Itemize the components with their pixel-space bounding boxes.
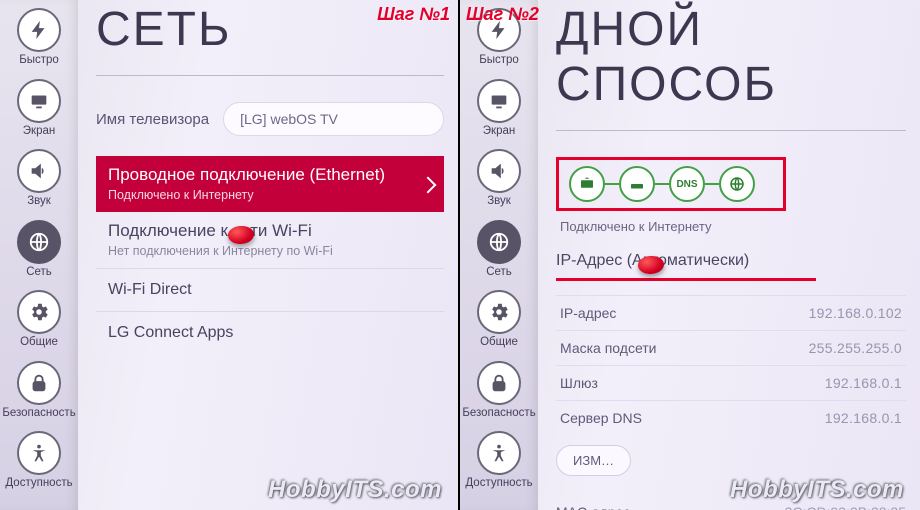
sidebar-item-label: Звук	[27, 196, 51, 208]
sidebar-item-screen[interactable]: Экран	[3, 75, 75, 144]
ethernet-title: Проводное подключение (Ethernet)	[108, 165, 432, 185]
wired-method-main: ДНОЙ СПОСОБ DNS Подключено к Интернету I…	[538, 0, 920, 510]
sidebar-item-label: Сеть	[486, 267, 512, 279]
dns-label: Сервер DNS	[560, 410, 825, 426]
wifi-status: Нет подключения к Интернету по Wi-Fi	[108, 244, 432, 258]
sidebar-item-network[interactable]: Сеть	[3, 216, 75, 285]
tv-name-value[interactable]: [LG] webOS TV	[223, 102, 444, 136]
wifi-connection-row[interactable]: Подключение к сети Wi-Fi Нет подключения…	[96, 212, 444, 268]
dns-server-row: Сервер DNS 192.168.0.1	[556, 400, 906, 435]
page-title: ДНОЙ СПОСОБ	[556, 2, 906, 112]
sidebar-item-label: Безопасность	[462, 408, 535, 420]
wifi-title: Подключение к сети Wi-Fi	[108, 221, 432, 241]
panel-step-1: Шаг №1 Быстро Экран Звук Сеть Общие Безо…	[0, 0, 460, 510]
ip-section-title[interactable]: IP-Адрес (Автоматически)	[556, 252, 906, 274]
dns-node-icon: DNS	[669, 166, 705, 202]
ip-address-row: IP-адрес 192.168.0.102	[556, 295, 906, 330]
sidebar-item-network[interactable]: Сеть	[463, 216, 535, 285]
divider	[556, 130, 906, 131]
sidebar-item-label: Быстро	[19, 55, 59, 67]
connection-chain-highlight: DNS	[556, 157, 786, 211]
highlight-underline	[556, 278, 816, 281]
network-settings-main: СЕТЬ Имя телевизора [LG] webOS TV Провод…	[78, 0, 458, 510]
gateway-row: Шлюз 192.168.0.1	[556, 365, 906, 400]
sidebar-item-label: Общие	[480, 337, 518, 349]
sidebar-item-label: Экран	[23, 126, 55, 138]
gateway-value: 192.168.0.1	[825, 375, 902, 391]
ip-value: 192.168.0.102	[809, 305, 902, 321]
speaker-icon	[17, 149, 61, 193]
sidebar-item-label: Общие	[20, 337, 58, 349]
screen-icon	[17, 79, 61, 123]
gateway-label: Шлюз	[560, 375, 825, 391]
connection-chain: DNS	[569, 166, 773, 202]
settings-sidebar: Быстро Экран Звук Сеть Общие Безопасност…	[0, 0, 78, 510]
watermark: HobbyITS.com	[730, 476, 904, 504]
speaker-icon	[477, 149, 521, 193]
ethernet-status: Подключено к Интернету	[108, 188, 432, 202]
panel-step-2: Шаг №2 Быстро Экран Звук Сеть Общие Безо…	[460, 0, 920, 510]
globe-icon	[17, 220, 61, 264]
sidebar-item-screen[interactable]: Экран	[463, 75, 535, 144]
page-title: СЕТЬ	[96, 2, 444, 57]
mask-label: Маска подсети	[560, 340, 809, 356]
sidebar-item-label: Безопасность	[2, 408, 75, 420]
accessibility-icon	[477, 431, 521, 475]
ethernet-connection-row[interactable]: Проводное подключение (Ethernet) Подключ…	[96, 156, 444, 212]
step-label-2: Шаг №2	[466, 4, 539, 25]
lg-connect-apps-row[interactable]: LG Connect Apps	[96, 311, 444, 354]
sidebar-item-general[interactable]: Общие	[3, 286, 75, 355]
sidebar-item-label: Звук	[487, 196, 511, 208]
sidebar-item-label: Доступность	[465, 478, 532, 490]
mask-value: 255.255.255.0	[809, 340, 902, 356]
dns-value: 192.168.0.1	[825, 410, 902, 426]
sidebar-item-label: Сеть	[26, 267, 52, 279]
sidebar-item-security[interactable]: Безопасность	[3, 357, 75, 426]
lock-icon	[17, 361, 61, 405]
sidebar-item-security[interactable]: Безопасность	[463, 357, 535, 426]
accessibility-icon	[17, 431, 61, 475]
edit-button[interactable]: ИЗМ…	[556, 445, 631, 476]
ip-label: IP-адрес	[560, 305, 809, 321]
bolt-icon	[17, 8, 61, 52]
tv-name-row[interactable]: Имя телевизора [LG] webOS TV	[96, 102, 444, 136]
tv-name-label: Имя телевизора	[96, 111, 209, 128]
sidebar-item-accessibility[interactable]: Доступность	[463, 427, 535, 496]
sidebar-item-label: Быстро	[479, 55, 519, 67]
globe-icon	[477, 220, 521, 264]
screen-icon	[477, 79, 521, 123]
mac-address-row: MAC-адрес 3C:CD:93:3B:38:35	[556, 504, 906, 510]
mac-label: MAC-адрес	[556, 504, 785, 510]
settings-sidebar: Быстро Экран Звук Сеть Общие Безопасност…	[460, 0, 538, 510]
sidebar-item-sound[interactable]: Звук	[463, 145, 535, 214]
mac-value: 3C:CD:93:3B:38:35	[785, 504, 906, 510]
gear-icon	[17, 290, 61, 334]
subnet-mask-row: Маска подсети 255.255.255.0	[556, 330, 906, 365]
sidebar-item-sound[interactable]: Звук	[3, 145, 75, 214]
internet-node-icon	[719, 166, 755, 202]
lock-icon	[477, 361, 521, 405]
connection-status: Подключено к Интернету	[560, 219, 906, 234]
router-node-icon	[619, 166, 655, 202]
sidebar-item-quick[interactable]: Быстро	[3, 4, 75, 73]
sidebar-item-accessibility[interactable]: Доступность	[3, 427, 75, 496]
wifi-direct-row[interactable]: Wi-Fi Direct	[96, 268, 444, 311]
sidebar-item-label: Экран	[483, 126, 515, 138]
sidebar-item-label: Доступность	[5, 478, 72, 490]
tv-node-icon	[569, 166, 605, 202]
divider	[96, 75, 444, 76]
gear-icon	[477, 290, 521, 334]
sidebar-item-general[interactable]: Общие	[463, 286, 535, 355]
watermark: HobbyITS.com	[268, 476, 442, 504]
